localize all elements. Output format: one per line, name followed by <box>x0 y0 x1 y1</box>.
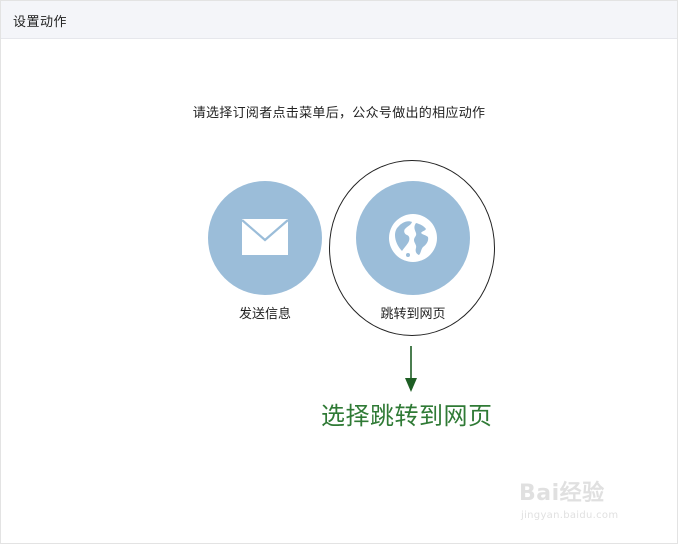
instruction-text: 请选择订阅者点击菜单后，公众号做出的相应动作 <box>192 106 486 121</box>
baidu-jingyan-watermark: Bai经验 jingyan.baidu.com <box>519 475 645 527</box>
dialog-header: 设置动作 <box>1 1 677 39</box>
send-message-option[interactable]: 发送信息 <box>208 181 322 322</box>
watermark-brand: Bai经验 <box>519 481 605 506</box>
send-message-circle[interactable] <box>208 181 322 295</box>
watermark-logo: Bai经验 <box>519 475 605 507</box>
mail-icon <box>241 219 289 255</box>
send-message-label: 发送信息 <box>238 307 291 322</box>
arrow-down-icon <box>405 346 417 392</box>
dialog-title: 设置动作 <box>13 15 68 30</box>
dialog-frame: 设置动作 请选择订阅者点击菜单后，公众号做出的相应动作 发送信息 跳转到网页 选… <box>0 0 678 544</box>
watermark-url: jingyan.baidu.com <box>521 510 619 521</box>
annotation-text: 选择跳转到网页 <box>321 402 493 430</box>
selection-ellipse-annotation <box>329 160 495 336</box>
